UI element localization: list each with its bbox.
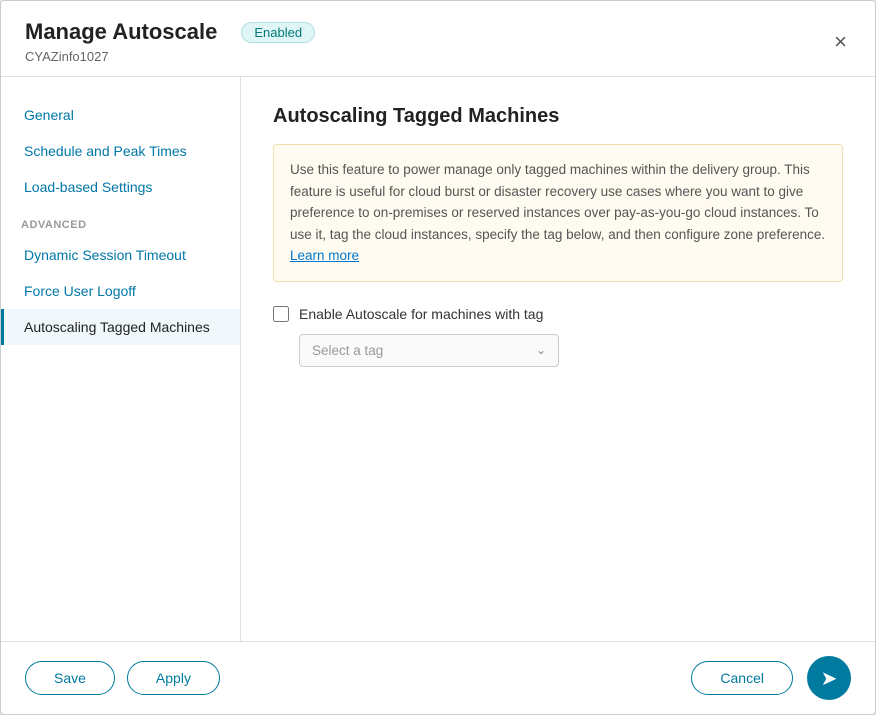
tag-select-dropdown[interactable]: Select a tag ⌄ [299, 334, 559, 367]
sidebar: General Schedule and Peak Times Load-bas… [1, 77, 241, 641]
content-area: Autoscaling Tagged Machines Use this fea… [241, 77, 875, 641]
info-text: Use this feature to power manage only ta… [290, 162, 825, 242]
footer-right-buttons: Cancel ➤ [691, 656, 851, 700]
modal-subtitle: CYAZinfo1027 [25, 49, 830, 64]
learn-more-link[interactable]: Learn more [290, 248, 359, 263]
modal-title: Manage Autoscale [25, 19, 217, 45]
advanced-section-label: ADVANCED [1, 205, 240, 237]
sidebar-item-schedule-peak-times[interactable]: Schedule and Peak Times [1, 133, 240, 169]
tag-select-placeholder: Select a tag [312, 343, 383, 358]
sidebar-item-load-based-settings[interactable]: Load-based Settings [1, 169, 240, 205]
header-left: Manage Autoscale Enabled CYAZinfo1027 [25, 19, 830, 64]
modal-header: Manage Autoscale Enabled CYAZinfo1027 × [1, 1, 875, 77]
navigate-button[interactable]: ➤ [807, 656, 851, 700]
modal-body: General Schedule and Peak Times Load-bas… [1, 77, 875, 641]
content-title: Autoscaling Tagged Machines [273, 105, 843, 128]
navigate-icon: ➤ [821, 666, 838, 691]
sidebar-item-force-user-logoff[interactable]: Force User Logoff [1, 273, 240, 309]
apply-button[interactable]: Apply [127, 661, 220, 695]
close-button[interactable]: × [830, 27, 851, 57]
enable-autoscale-checkbox[interactable] [273, 306, 289, 322]
checkbox-label[interactable]: Enable Autoscale for machines with tag [299, 306, 543, 322]
sidebar-item-general[interactable]: General [1, 97, 240, 133]
header-title-row: Manage Autoscale Enabled [25, 19, 830, 45]
manage-autoscale-modal: Manage Autoscale Enabled CYAZinfo1027 × … [0, 0, 876, 715]
modal-footer: Save Apply Cancel ➤ [1, 641, 875, 714]
footer-left-buttons: Save Apply [25, 661, 220, 695]
checkbox-row: Enable Autoscale for machines with tag [273, 306, 843, 322]
save-button[interactable]: Save [25, 661, 115, 695]
chevron-down-icon: ⌄ [536, 343, 546, 357]
info-box: Use this feature to power manage only ta… [273, 144, 843, 282]
sidebar-item-dynamic-session-timeout[interactable]: Dynamic Session Timeout [1, 237, 240, 273]
status-badge: Enabled [241, 22, 315, 43]
cancel-button[interactable]: Cancel [691, 661, 793, 695]
sidebar-item-autoscaling-tagged-machines[interactable]: Autoscaling Tagged Machines [1, 309, 240, 345]
